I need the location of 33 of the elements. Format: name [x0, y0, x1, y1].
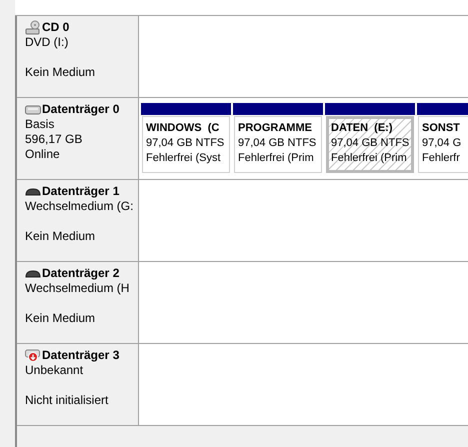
removable-drive-icon: [25, 188, 41, 196]
disk-status: Kein Medium: [25, 65, 96, 80]
disk-name: Datenträger 1: [42, 184, 120, 199]
disk-status: Kein Medium: [25, 229, 96, 244]
partition-name: DATEN (E:): [331, 121, 394, 136]
disk-name: Datenträger 0: [42, 102, 120, 117]
partition-status: Fehlerfrei (Syst: [146, 151, 222, 166]
disk-type: Wechselmedium (G:: [25, 199, 130, 214]
partition-status: Fehlerfr: [422, 151, 461, 166]
disk-type: DVD (I:): [25, 35, 70, 50]
partition-name: WINDOWS (C: [146, 121, 220, 136]
partition-status: Fehlerfrei (Prim: [331, 151, 408, 166]
disk-type: Basis: [25, 117, 56, 132]
cd-drive-icon: [25, 20, 41, 36]
disk-status: Online: [25, 147, 61, 162]
disk-status: Nicht initialisiert: [25, 393, 110, 408]
partition-size: 97,04 G: [422, 136, 462, 151]
disk-name: Datenträger 2: [42, 266, 120, 281]
disk-size: 596,17 GB: [25, 132, 84, 147]
partition-name: SONST: [422, 121, 461, 136]
drive-error-icon: [25, 348, 41, 362]
partition-size: 97,04 GB NTFS: [238, 136, 318, 151]
partition-status: Fehlerfrei (Prim: [238, 151, 315, 166]
partition-name: PROGRAMME: [238, 121, 313, 136]
disk-name: CD 0: [42, 20, 70, 35]
disk-type: Wechselmedium (H: [25, 281, 130, 296]
hard-drive-icon: [25, 104, 41, 114]
removable-drive-icon: [25, 270, 41, 278]
partition-size: 97,04 GB NTFS: [331, 136, 409, 151]
disk-type: Unbekannt: [25, 363, 84, 378]
partition-size: 97,04 GB NTFS: [146, 136, 226, 151]
disk-status: Kein Medium: [25, 311, 96, 326]
disk-name: Datenträger 3: [42, 348, 120, 363]
